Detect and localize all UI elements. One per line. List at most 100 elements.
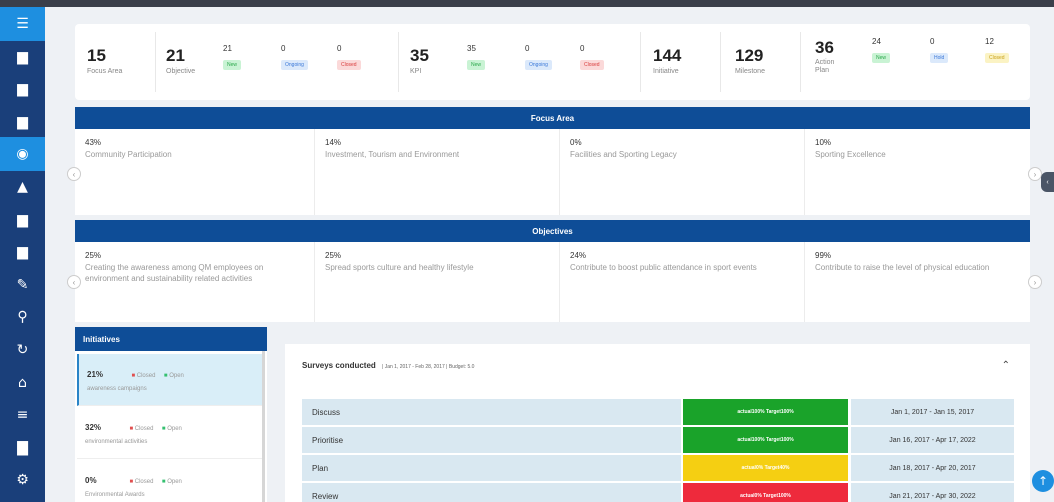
divider (800, 32, 801, 92)
focus-area-card[interactable]: 0% Facilities and Sporting Legacy (560, 129, 805, 215)
file-icon[interactable]: ▆ (0, 72, 45, 106)
closed-label: Closed (136, 373, 156, 379)
survey-row[interactable]: Discuss actual100% Target100% Jan 1, 2017 … (302, 399, 1014, 425)
initiative-text: awareness campaigns (87, 386, 147, 392)
list-icon[interactable]: ≡ (0, 398, 45, 432)
objective-card[interactable]: 25% Spread sports culture and healthy li… (315, 242, 560, 322)
objectives-cards: 25% Creating the awareness among QM empl… (75, 242, 1030, 322)
card-text: Contribute to boost public attendance in… (570, 263, 757, 272)
edit-icon[interactable]: ✎ (0, 268, 45, 302)
open-label: Open (169, 373, 184, 379)
scrollbar[interactable] (262, 351, 265, 502)
card-percent: 14% (325, 138, 342, 147)
survey-row[interactable]: Prioritise actual100% Target100% Jan 16, 2… (302, 427, 1014, 453)
count: 12 (985, 37, 994, 46)
chevron-up-icon[interactable]: ⌃ (1002, 360, 1010, 371)
objective-card[interactable]: 99% Contribute to raise the level of phy… (805, 242, 1030, 322)
count: 0 (281, 44, 286, 53)
initiative-item[interactable]: 21% ■ Closed ■ Open awareness campaigns (77, 354, 262, 406)
progress-bar: actual100% Target100% (683, 399, 848, 425)
objective-card[interactable]: 25% Creating the awareness among QM empl… (75, 242, 315, 322)
objective-card[interactable]: 24% Contribute to boost public attendanc… (560, 242, 805, 322)
survey-row[interactable]: Review actual0% Target100% Jan 21, 2017 - … (302, 483, 1014, 502)
focus-area-card[interactable]: 14% Investment, Tourism and Environment (315, 129, 560, 215)
progress-bar: actual0% Target40% (683, 455, 848, 481)
card-percent: 99% (815, 251, 832, 260)
count: 21 (223, 44, 232, 53)
phase-name: Plan (302, 455, 681, 481)
survey-name: Surveys conducted (302, 361, 376, 370)
kpi-new[interactable]: 35 New (467, 44, 507, 71)
status-badge: New (872, 53, 891, 63)
closed-dot-icon: ■ (129, 426, 134, 432)
panel-toggle-icon[interactable]: ‹ (1041, 172, 1054, 192)
stat-objective[interactable]: 21 Objective (166, 24, 226, 100)
chevron-left-icon[interactable]: ‹ (67, 167, 81, 181)
open-dot-icon: ■ (161, 479, 166, 485)
count: 0 (930, 37, 935, 46)
folder-icon[interactable]: ▆ (0, 105, 45, 139)
objective-closed[interactable]: 0 Closed (337, 44, 377, 71)
status-badge: Hold (930, 53, 949, 63)
stat-kpi[interactable]: 35 KPI (410, 24, 460, 100)
lock-icon[interactable]: ▇ (0, 431, 45, 465)
stat-number: 36 (815, 38, 834, 57)
status-badge: New (467, 60, 486, 70)
stat-action-plan[interactable]: 36 Action Plan (815, 24, 855, 100)
scroll-top-button[interactable]: ↑ (1032, 470, 1054, 492)
stat-label: Objective (166, 68, 196, 75)
focus-area-header: Focus Area (75, 107, 1030, 129)
initiative-text: Environmental Awards (85, 492, 145, 498)
target-icon[interactable]: ◉ (0, 137, 45, 172)
date-range: Jan 16, 2017 - Apr 17, 2022 (851, 427, 1014, 453)
kpi-ongoing[interactable]: 0 Ongoing (525, 44, 565, 71)
objectives-header: Objectives (75, 220, 1030, 242)
refresh-icon[interactable]: ↻ (0, 333, 45, 367)
action-closed[interactable]: 12 Closed (985, 37, 1025, 64)
top-bar (0, 0, 1054, 7)
document-icon[interactable]: ▆ (0, 40, 45, 74)
count: 0 (580, 44, 585, 53)
action-hold[interactable]: 0 Hold (930, 37, 970, 64)
card-percent: 43% (85, 138, 102, 147)
warning-icon[interactable]: ▲ (0, 170, 45, 204)
briefcase-icon[interactable]: ▆ (0, 235, 45, 269)
chevron-left-icon[interactable]: ‹ (67, 275, 81, 289)
survey-meta: | Jan 1, 2017 - Feb 28, 2017 | Budget: 5… (382, 364, 475, 370)
stats-bar: 15 Focus Area 21 Objective 21 New 0 Ongoin… (75, 24, 1030, 100)
home-icon[interactable]: ⌂ (0, 366, 45, 400)
kpi-closed[interactable]: 0 Closed (580, 44, 620, 71)
closed-dot-icon: ■ (131, 373, 136, 379)
settings-icon[interactable]: ⚙ (0, 463, 45, 497)
progress-bar: actual100% Target100% (683, 427, 848, 453)
status-badge: Closed (580, 60, 604, 70)
focus-area-card[interactable]: 43% Community Participation (75, 129, 315, 215)
book-icon[interactable]: ▆ (0, 203, 45, 237)
objective-new[interactable]: 21 New (223, 44, 263, 71)
date-range: Jan 21, 2017 - Apr 30, 2022 (851, 483, 1014, 502)
stat-number: 35 (410, 46, 429, 65)
stat-initiative[interactable]: 144 Initiative (653, 24, 723, 100)
initiative-text: environmental activities (85, 439, 148, 445)
menu-icon[interactable]: ☰ (0, 7, 45, 41)
focus-area-card[interactable]: 10% Sporting Excellence (805, 129, 1030, 215)
chevron-right-icon[interactable]: › (1028, 167, 1042, 181)
survey-row[interactable]: Plan actual0% Target40% Jan 18, 2017 - Apr… (302, 455, 1014, 481)
initiative-item[interactable]: 0% ■ Closed ■ Open Environmental Awards (77, 460, 262, 502)
objective-ongoing[interactable]: 0 Ongoing (281, 44, 321, 71)
search-icon[interactable]: ⚲ (0, 300, 45, 334)
stat-milestone[interactable]: 129 Milestone (735, 24, 805, 100)
divider (640, 32, 641, 92)
closed-label: Closed (134, 426, 154, 432)
progress-bar: actual0% Target100% (683, 483, 848, 502)
initiative-item[interactable]: 32% ■ Closed ■ Open environmental activi… (77, 407, 262, 459)
card-text: Creating the awareness among QM employee… (85, 263, 264, 283)
action-new[interactable]: 24 New (872, 37, 912, 64)
stat-number: 21 (166, 46, 185, 65)
card-text: Facilities and Sporting Legacy (570, 150, 677, 159)
date-range: Jan 1, 2017 - Jan 15, 2017 (851, 399, 1014, 425)
phase-name: Review (302, 483, 681, 502)
chevron-right-icon[interactable]: › (1028, 275, 1042, 289)
card-percent: 24% (570, 251, 587, 260)
stat-focus-area[interactable]: 15 Focus Area (87, 24, 157, 100)
